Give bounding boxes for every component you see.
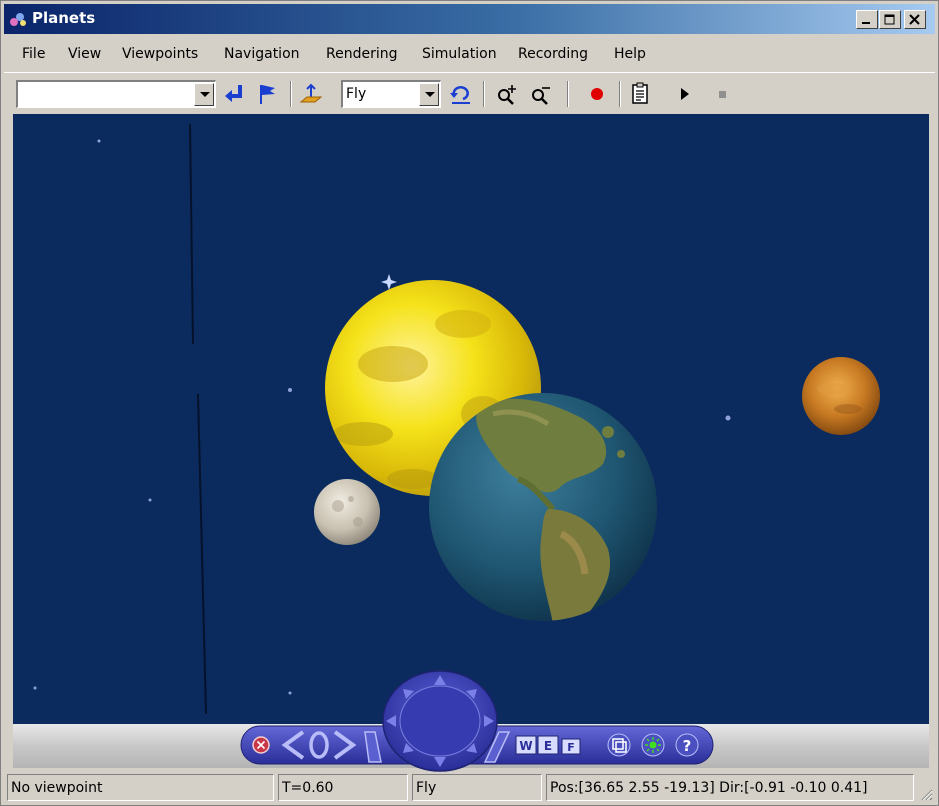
status-time: T=0.60 — [278, 774, 408, 801]
stop-icon — [719, 91, 726, 98]
status-viewpoint: No viewpoint — [7, 774, 274, 801]
toolbar-separator — [567, 81, 569, 107]
menu-rendering[interactable]: Rendering — [326, 46, 398, 62]
app-window: Planets File View Viewpoints Navigation … — [0, 0, 939, 806]
3d-viewport[interactable] — [13, 114, 929, 724]
toolbar-separator — [619, 81, 621, 107]
nav-w-label: W — [519, 739, 532, 753]
maximize-icon — [884, 14, 895, 25]
toolbar-separator — [483, 81, 485, 107]
menu-view[interactable]: View — [68, 46, 101, 62]
status-mode: Fly — [412, 774, 542, 801]
straighten-up-button[interactable] — [298, 81, 324, 107]
menu-recording[interactable]: Recording — [518, 46, 588, 62]
menu-navigation[interactable]: Navigation — [224, 46, 300, 62]
undo-move-button[interactable] — [448, 81, 474, 107]
toolbar-separator — [290, 81, 292, 107]
nav-close-button[interactable] — [252, 736, 270, 754]
status-viewpoint-text: No viewpoint — [11, 780, 103, 796]
record-icon — [591, 88, 603, 100]
playlist-button[interactable] — [628, 81, 654, 107]
status-mode-text: Fly — [416, 780, 437, 796]
close-button[interactable] — [904, 10, 926, 29]
play-icon — [681, 88, 689, 100]
nav-f-button[interactable]: F — [561, 738, 581, 755]
menu-bar: File View Viewpoints Navigation Renderin… — [4, 41, 935, 69]
menu-viewpoints[interactable]: Viewpoints — [122, 46, 198, 62]
status-position-text: Pos:[36.65 2.55 -19.13] Dir:[-0.91 -0.10… — [550, 780, 868, 796]
navmode-combo-value: Fly — [346, 86, 367, 102]
chevron-down-icon — [200, 92, 210, 97]
venus — [802, 357, 880, 435]
nav-headlight-button[interactable] — [641, 733, 665, 757]
scene-line — [189, 123, 194, 345]
nav-help-button[interactable]: ? — [675, 733, 699, 757]
nav-f-label: F — [567, 741, 575, 754]
ground-plane-icon — [299, 83, 323, 103]
nav-w-button[interactable]: W — [515, 735, 537, 755]
zoom-in-icon — [498, 85, 516, 105]
nav-window-button[interactable] — [607, 733, 631, 757]
window-title: Planets — [32, 9, 96, 27]
flag-icon — [260, 85, 275, 104]
navmode-combo[interactable]: Fly — [341, 80, 441, 108]
help-icon: ? — [683, 737, 692, 755]
play-button[interactable] — [672, 81, 698, 107]
navmode-combo-dropdown[interactable] — [419, 83, 439, 106]
viewpoint-combo-dropdown[interactable] — [194, 83, 214, 106]
zoom-out-icon — [532, 87, 550, 105]
undo-move-icon — [450, 86, 470, 104]
chevron-down-icon — [425, 92, 435, 97]
headlight-icon — [649, 741, 657, 749]
planets-scene — [33, 123, 880, 715]
viewpoint-combo[interactable] — [16, 80, 216, 108]
minimize-button[interactable] — [856, 10, 878, 29]
return-arrow-icon — [225, 85, 242, 102]
status-bar: No viewpoint T=0.60 Fly Pos:[36.65 2.55 … — [4, 772, 935, 803]
close-icon — [909, 14, 920, 25]
record-button[interactable] — [584, 81, 610, 107]
zoom-in-button[interactable] — [494, 81, 520, 107]
status-position: Pos:[36.65 2.55 -19.13] Dir:[-0.91 -0.10… — [546, 774, 914, 801]
playlist-icon — [632, 82, 648, 104]
return-viewpoint-button[interactable] — [222, 81, 248, 107]
nav-wheel[interactable] — [381, 669, 499, 773]
status-time-text: T=0.60 — [282, 780, 334, 796]
stop-button[interactable] — [710, 81, 736, 107]
scene-line — [197, 393, 207, 715]
moon — [314, 479, 380, 545]
menu-help[interactable]: Help — [614, 46, 646, 62]
menu-simulation[interactable]: Simulation — [422, 46, 497, 62]
menu-file[interactable]: File — [22, 46, 45, 62]
nav-e-button[interactable]: E — [537, 735, 559, 755]
title-bar[interactable]: Planets — [4, 4, 935, 34]
app-logo-icon — [10, 13, 26, 26]
minimize-icon — [862, 22, 870, 24]
maximize-button[interactable] — [879, 10, 901, 29]
add-viewpoint-button[interactable] — [254, 81, 280, 107]
zoom-out-button[interactable] — [528, 81, 554, 107]
resize-grip-icon[interactable] — [919, 787, 933, 801]
toolbar: Fly — [4, 72, 935, 114]
nav-e-label: E — [544, 739, 552, 753]
earth — [429, 393, 657, 621]
